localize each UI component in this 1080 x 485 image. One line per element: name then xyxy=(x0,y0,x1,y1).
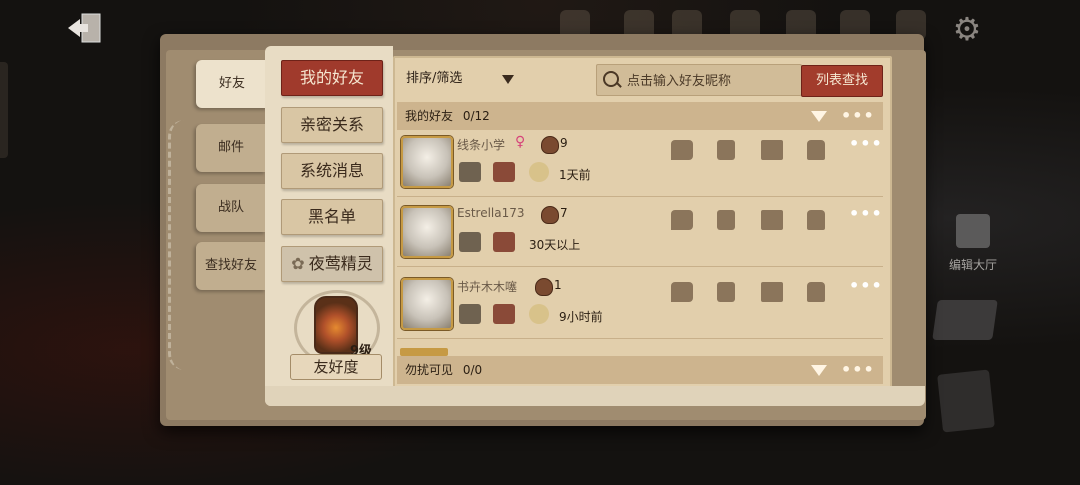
row-more-button[interactable]: ••• xyxy=(849,134,883,153)
search-icon xyxy=(603,71,619,87)
chat-icon[interactable] xyxy=(671,210,693,230)
profile-card-icon[interactable] xyxy=(717,282,735,302)
row-more-button[interactable]: ••• xyxy=(849,204,883,223)
list-find-button[interactable]: 列表查找 xyxy=(801,65,883,97)
friend-name: Estrella173 xyxy=(457,206,525,220)
menu-system-messages[interactable]: 系统消息 xyxy=(281,153,383,189)
section-do-not-disturb[interactable]: 勿扰可见 0/0 ••• xyxy=(397,356,883,384)
friendliness-value: 7 xyxy=(560,206,568,220)
gear-icon[interactable]: ⚙ xyxy=(950,12,984,46)
section-my-friends[interactable]: 我的好友 0/12 ••• xyxy=(397,102,883,130)
gift-icon[interactable] xyxy=(761,140,783,160)
hunter-badge-icon xyxy=(459,304,481,324)
sort-filter-label: 排序/筛选 xyxy=(406,71,463,86)
survivor-badge-icon xyxy=(459,162,481,182)
avatar[interactable] xyxy=(401,136,453,188)
sort-filter-button[interactable]: 排序/筛选 xyxy=(398,64,536,94)
paper-bottom xyxy=(265,386,925,406)
sprite-icon: ✿ xyxy=(291,254,305,273)
menu-intimate[interactable]: 亲密关系 xyxy=(281,107,383,143)
tab-find-friends[interactable]: 查找好友 xyxy=(196,242,266,290)
section-more-button[interactable]: ••• xyxy=(841,356,874,384)
partial-avatar-frame xyxy=(400,348,448,356)
friend-row[interactable]: 线条小学 ♀ 9 1天前 ••• xyxy=(397,130,883,197)
friendliness-icon xyxy=(535,278,553,296)
lobby-icon xyxy=(956,214,990,248)
book-icon[interactable] xyxy=(932,300,998,340)
last-online: 30天以上 xyxy=(529,238,581,252)
edit-lobby-button[interactable]: 编辑大厅 xyxy=(938,214,1008,284)
bag-icon[interactable] xyxy=(807,282,825,302)
gift-icon[interactable] xyxy=(761,282,783,302)
notebook-icon[interactable] xyxy=(937,369,995,433)
tab-team[interactable]: 战队 xyxy=(196,184,266,232)
friend-row[interactable]: 书卉木木噻 1 9小时前 ••• xyxy=(397,272,883,339)
emote-icon xyxy=(529,162,549,182)
chat-icon[interactable] xyxy=(671,282,693,302)
emote-icon xyxy=(529,304,549,324)
menu-nightingale-label: 夜莺精灵 xyxy=(308,254,373,273)
friendliness-icon xyxy=(541,136,559,154)
survivor-badge-icon xyxy=(459,232,481,252)
last-online: 1天前 xyxy=(559,168,591,182)
friendliness-value: 9 xyxy=(560,136,568,150)
row-more-button[interactable]: ••• xyxy=(849,276,883,295)
section-label: 勿扰可见 xyxy=(405,363,454,377)
rank-badge-icon xyxy=(493,162,515,182)
menu-nightingale[interactable]: ✿ 夜莺精灵 xyxy=(281,246,383,282)
chevron-down-icon xyxy=(502,75,514,84)
search-box[interactable] xyxy=(596,64,802,96)
menu-blacklist[interactable]: 黑名单 xyxy=(281,199,383,235)
avatar[interactable] xyxy=(401,206,453,258)
profile-card-icon[interactable] xyxy=(717,140,735,160)
friend-row[interactable]: Estrella173 7 30天以上 ••• xyxy=(397,200,883,267)
lobby-label: 编辑大厅 xyxy=(948,258,997,272)
friendliness-label: 友好度 xyxy=(290,354,382,380)
friendliness-value: 1 xyxy=(554,278,562,292)
left-edge-handle xyxy=(0,62,8,158)
exit-icon[interactable] xyxy=(66,12,106,44)
collapse-icon[interactable] xyxy=(811,365,827,376)
friendliness-widget[interactable]: 9级 友好度 xyxy=(290,288,382,384)
bag-icon[interactable] xyxy=(807,140,825,160)
gift-icon[interactable] xyxy=(761,210,783,230)
collapse-icon[interactable] xyxy=(811,111,827,122)
chat-icon[interactable] xyxy=(671,140,693,160)
rank-badge-icon xyxy=(493,304,515,324)
female-icon: ♀ xyxy=(515,134,526,150)
bag-icon[interactable] xyxy=(807,210,825,230)
rank-badge-icon xyxy=(493,232,515,252)
profile-card-icon[interactable] xyxy=(717,210,735,230)
last-online: 9小时前 xyxy=(559,310,603,324)
menu-my-friends[interactable]: 我的好友 xyxy=(281,60,383,96)
friend-name: 线条小学 xyxy=(457,138,506,152)
friend-name: 书卉木木噻 xyxy=(457,280,518,294)
section-label: 我的好友 xyxy=(405,109,454,123)
section-count: 0/0 xyxy=(462,363,483,377)
section-more-button[interactable]: ••• xyxy=(841,102,874,130)
avatar[interactable] xyxy=(401,278,453,330)
tab-friends[interactable]: 好友 xyxy=(196,60,268,108)
tab-mail[interactable]: 邮件 xyxy=(196,124,266,172)
search-input[interactable] xyxy=(625,69,799,93)
friendliness-icon xyxy=(541,206,559,224)
section-count: 0/12 xyxy=(462,109,490,123)
